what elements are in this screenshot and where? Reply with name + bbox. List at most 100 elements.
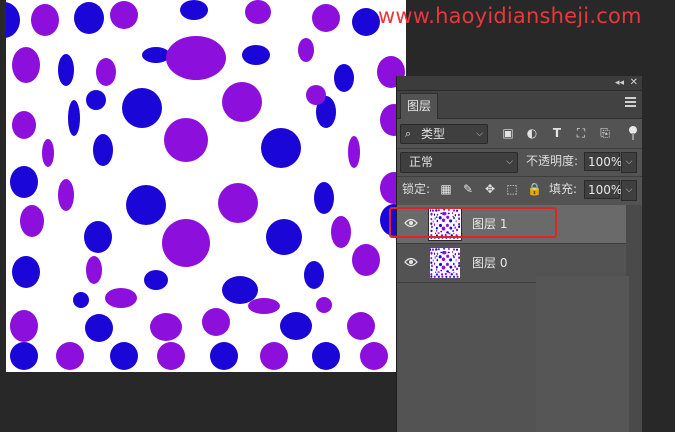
dot <box>442 250 447 255</box>
lock-pixels-icon[interactable]: ▦ <box>439 182 453 196</box>
dot <box>440 273 444 276</box>
dot <box>280 312 312 340</box>
lock-artboard-icon[interactable]: ⬚ <box>505 182 519 196</box>
type-icon[interactable]: T <box>550 126 564 140</box>
dot <box>347 312 375 340</box>
dot <box>458 264 460 268</box>
dot <box>126 185 166 225</box>
search-icon: ⌕ <box>405 127 412 140</box>
dot <box>12 256 40 288</box>
dot <box>445 262 449 266</box>
dot <box>105 288 137 308</box>
dot <box>434 256 436 259</box>
dot <box>222 276 258 304</box>
tab-layers[interactable]: 图层 <box>400 93 438 119</box>
visibility-toggle[interactable] <box>397 244 425 282</box>
fill-dropdown[interactable]: ⌵ <box>621 180 637 201</box>
dot <box>430 248 432 252</box>
panel-menu-icon[interactable] <box>625 97 636 107</box>
collapse-icon[interactable]: ◂◂ <box>615 76 624 90</box>
dot <box>144 270 168 290</box>
close-icon[interactable]: ✕ <box>630 76 638 90</box>
dot <box>433 275 436 278</box>
dot <box>164 118 208 162</box>
dot <box>352 8 380 36</box>
dot <box>360 342 388 370</box>
panel-title-bar[interactable]: ◂◂ ✕ <box>397 76 642 91</box>
dot <box>435 265 438 269</box>
dot <box>430 273 433 276</box>
fill-input[interactable]: 100% <box>584 180 622 199</box>
dot <box>451 251 454 253</box>
adjustment-icon[interactable]: ◐ <box>525 126 539 140</box>
document-canvas[interactable] <box>6 0 406 372</box>
dot <box>58 179 74 211</box>
lock-move-icon[interactable]: ✥ <box>483 182 497 196</box>
lock-row: 锁定: ▦ ✎ ✥ ⬚ 🔒 填充: 100% ⌵ <box>397 180 642 202</box>
dot <box>73 292 89 308</box>
dot <box>316 297 332 313</box>
dot <box>446 254 450 258</box>
dot <box>444 272 447 276</box>
dot <box>430 261 433 264</box>
dot <box>436 268 438 271</box>
dot <box>439 262 442 267</box>
dot <box>20 205 44 237</box>
dot <box>440 251 443 254</box>
dot <box>352 244 380 276</box>
dot <box>436 255 438 257</box>
dot <box>456 275 459 278</box>
dot <box>453 262 455 266</box>
dot <box>210 342 238 370</box>
dot <box>452 248 456 251</box>
dot <box>304 261 324 289</box>
dot <box>446 270 449 273</box>
dot <box>10 310 38 342</box>
dot <box>430 251 433 255</box>
lock-all-icon[interactable]: 🔒 <box>527 182 542 196</box>
blend-mode-select[interactable]: 正常 ⌵ <box>400 152 518 173</box>
dot <box>10 166 38 198</box>
dot <box>96 58 116 86</box>
dot <box>455 267 459 271</box>
dot <box>218 183 258 223</box>
dot <box>162 219 210 267</box>
dot <box>455 258 457 262</box>
blend-mode-value: 正常 <box>409 155 434 169</box>
opacity-label: 不透明度: <box>526 154 579 168</box>
dot <box>312 342 340 370</box>
layer-thumbnail[interactable] <box>430 248 460 278</box>
fill-label: 填充: <box>549 182 578 196</box>
dot <box>261 128 301 168</box>
dot <box>6 2 20 38</box>
shape-icon[interactable]: ⛶ <box>574 126 588 140</box>
dot <box>430 268 433 272</box>
opacity-input[interactable]: 100% <box>584 152 622 171</box>
dot <box>452 254 454 257</box>
dot <box>450 273 453 276</box>
dot <box>432 259 434 262</box>
layer-name[interactable]: 图层 0 <box>472 244 507 282</box>
image-icon[interactable]: ▣ <box>501 126 515 140</box>
dot <box>12 47 40 83</box>
dot <box>441 265 446 270</box>
filter-kind-select[interactable]: ⌕ 类型 ⌵ <box>400 124 488 144</box>
opacity-dropdown[interactable]: ⌵ <box>621 152 637 173</box>
dot <box>431 248 434 251</box>
dot <box>85 314 113 342</box>
dot <box>314 182 334 214</box>
lock-brush-icon[interactable]: ✎ <box>461 182 475 196</box>
dot <box>447 251 450 254</box>
dot <box>245 0 271 24</box>
dot <box>31 4 59 36</box>
dot <box>452 269 454 272</box>
dot <box>436 258 439 262</box>
dot <box>242 45 270 65</box>
polka-dot-artwork <box>6 0 406 370</box>
dot <box>443 248 446 250</box>
dot <box>93 134 113 166</box>
dot <box>312 4 340 32</box>
smart-object-icon[interactable]: ⎘ <box>598 126 612 140</box>
dot <box>430 256 433 260</box>
filter-toggle-switch[interactable] <box>629 126 637 140</box>
